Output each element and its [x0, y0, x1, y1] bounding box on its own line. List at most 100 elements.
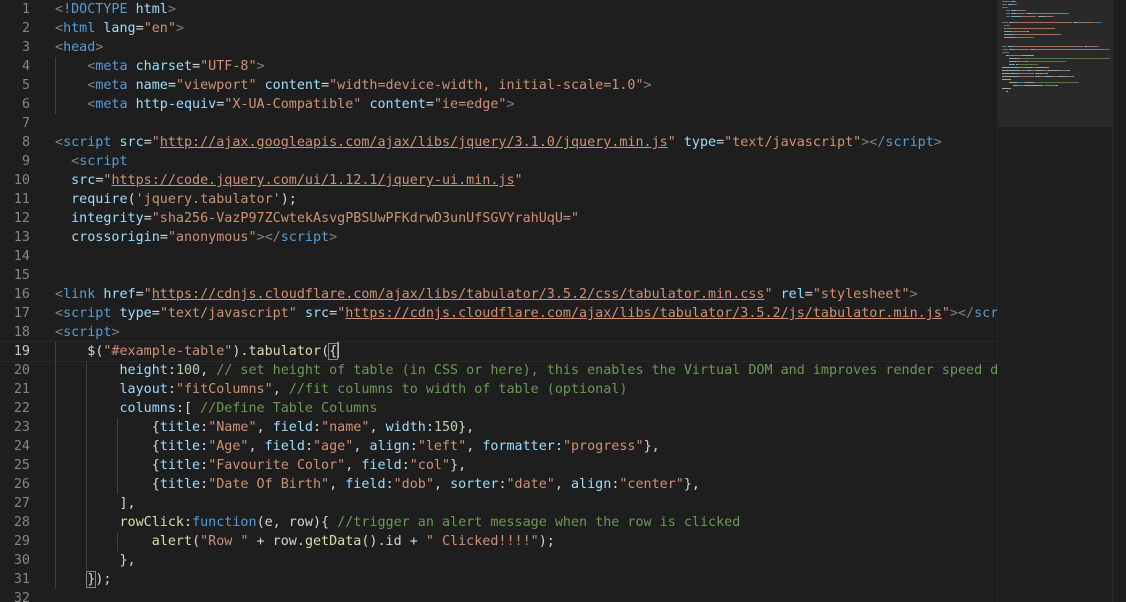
code-token: =: [159, 230, 168, 245]
code-line[interactable]: 30 },: [0, 551, 997, 570]
code-line[interactable]: 27 ],: [0, 494, 997, 513]
code-token: " Clicked!!!!": [425, 534, 539, 549]
minimap-token: [1002, 79, 1011, 80]
code-line[interactable]: 7: [0, 114, 997, 133]
code-token: meta: [95, 97, 128, 112]
code-token: lang: [103, 21, 136, 36]
line-number: 12: [13, 211, 30, 226]
code-line[interactable]: 23 {title:"Name", field:"name", width:15…: [0, 418, 997, 437]
line-number: 5: [21, 78, 30, 93]
code-token: 150: [433, 420, 459, 435]
minimap-token: [1027, 31, 1030, 32]
code-line[interactable]: 18 <script>: [0, 323, 997, 342]
minimap-token: [1044, 16, 1053, 17]
minimap-token: [1002, 73, 1014, 74]
code-token: // set height of table (in CSS or here),…: [216, 363, 997, 378]
minimap-token: [1065, 76, 1073, 77]
code-line[interactable]: 19 $("#example-table").tabulator({: [0, 341, 997, 362]
code-token: "dob": [393, 477, 434, 492]
line-content: require('jquery.tabulator');: [55, 190, 297, 209]
code-token: "Age": [208, 439, 249, 454]
code-token: "center": [619, 477, 684, 492]
code-token: script: [63, 325, 112, 340]
code-token: "X-UA-Compatible": [224, 97, 362, 112]
code-line[interactable]: 26 {title:"Date Of Birth", field:"dob", …: [0, 475, 997, 494]
minimap-token: [1023, 55, 1032, 56]
minimap-token: [1011, 31, 1028, 32]
code-token: ().id +: [361, 534, 426, 549]
minimap-token: [1012, 34, 1061, 35]
code-line[interactable]: 13 crossorigin="anonymous"></script>: [0, 228, 997, 247]
code-token: =: [143, 135, 152, 150]
code-token: ></: [256, 230, 281, 245]
code-token: ,: [353, 439, 370, 454]
code-token: :: [200, 439, 209, 454]
minimap-token: [1003, 46, 1007, 47]
code-line[interactable]: 5 <meta name="viewport" content="width=d…: [0, 76, 997, 95]
minimap-token: [1019, 73, 1035, 74]
code-line[interactable]: 1 <!DOCTYPE html>: [0, 0, 997, 19]
line-content: crossorigin="anonymous"></script>: [55, 228, 337, 247]
code-line[interactable]: 31 });: [0, 570, 997, 589]
code-line[interactable]: 17 <script type="text/javascript" src="ht…: [0, 304, 997, 323]
code-line[interactable]: 32: [0, 589, 997, 602]
code-line[interactable]: 29 alert("Row " + row.getData().id + " C…: [0, 532, 997, 551]
code-line[interactable]: 20 height:100, // set height of table (i…: [0, 361, 997, 380]
code-token: ,: [200, 363, 217, 378]
minimap[interactable]: [997, 0, 1113, 602]
code-token: >: [329, 230, 338, 245]
code-editor[interactable]: 1 <!DOCTYPE html> 2 <html lang="en"> 3 <head>…: [0, 0, 1126, 602]
code-token: <: [55, 306, 64, 321]
minimap-token: [1006, 91, 1009, 92]
code-token: {: [55, 420, 160, 435]
code-line[interactable]: 3 <head>: [0, 38, 997, 57]
vertical-scrollbar[interactable]: [1112, 0, 1126, 602]
code-line[interactable]: 24 {title:"Age", field:"age", align:"lef…: [0, 437, 997, 456]
code-token: height: [119, 363, 168, 378]
code-line[interactable]: 28 rowClick:function(e, row){ //trigger …: [0, 513, 997, 532]
code-line[interactable]: 25 {title:"Favourite Color", field:"col"…: [0, 456, 997, 475]
line-content: alert("Row " + row.getData().id + " Clic…: [55, 532, 555, 551]
code-line[interactable]: 16 <link href="https://cdnjs.cloudflare.c…: [0, 285, 997, 304]
code-token: =: [804, 287, 813, 302]
code-token: (: [127, 192, 136, 207]
code-token: "progress": [562, 439, 644, 454]
code-line[interactable]: 15: [0, 266, 997, 285]
code-line[interactable]: 6 <meta http-equiv="X-UA-Compatible" con…: [0, 95, 997, 114]
line-content: ],: [55, 494, 135, 513]
line-number: 26: [13, 477, 30, 492]
code-token: ,: [272, 382, 289, 397]
code-token: "Name": [208, 420, 257, 435]
code-token: ></: [861, 135, 886, 150]
code-line[interactable]: 12 integrity="sha256-VazP97ZCwtekAsvgPBS…: [0, 209, 997, 228]
code-area[interactable]: 1 <!DOCTYPE html> 2 <html lang="en"> 3 <head>…: [0, 0, 997, 602]
code-token: require: [71, 192, 128, 207]
minimap-token: [1036, 85, 1044, 86]
minimap-token: [1003, 22, 1009, 23]
code-token: "UTF-8": [200, 59, 257, 74]
minimap-token: [1032, 55, 1034, 56]
code-line[interactable]: 21 layout:"fitColumns", //fit columns to…: [0, 380, 997, 399]
code-line[interactable]: 2 <html lang="en">: [0, 19, 997, 38]
line-content: <script src="http://ajax.googleapis.com/…: [55, 133, 942, 152]
minimap-token: [1006, 10, 1011, 11]
line-number: 21: [13, 382, 30, 397]
code-line[interactable]: 4 <meta charset="UTF-8">: [0, 57, 997, 76]
code-line[interactable]: 14: [0, 247, 997, 266]
code-line[interactable]: 11 require('jquery.tabulator');: [0, 190, 997, 209]
code-line[interactable]: 9 <script: [0, 152, 997, 171]
minimap-token: [1021, 16, 1037, 17]
minimap-token: [1087, 46, 1099, 47]
minimap-token: [1018, 64, 1038, 65]
code-line[interactable]: 10 src="https://code.jquery.com/ui/1.12.…: [0, 171, 997, 190]
code-line[interactable]: 22 columns:[ //Define Table Columns: [0, 399, 997, 418]
code-token: columns: [119, 401, 176, 416]
code-line[interactable]: 8 <script src="http://ajax.googleapis.com…: [0, 133, 997, 152]
code-token: =: [192, 59, 201, 74]
line-content: <meta name="viewport" content="width=dev…: [55, 76, 651, 95]
line-number: 1: [21, 2, 30, 17]
